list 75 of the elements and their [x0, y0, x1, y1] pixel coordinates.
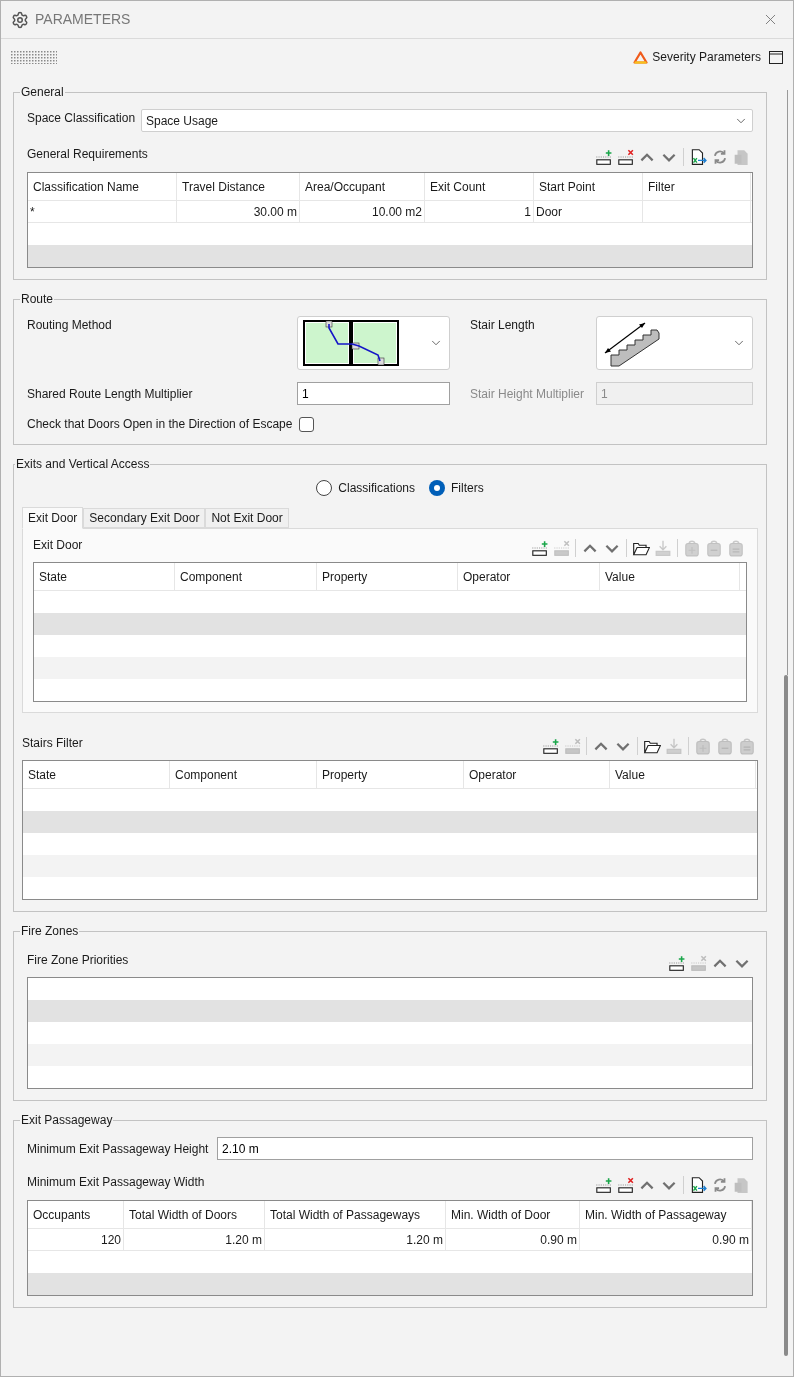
warning-triangle-icon — [633, 50, 649, 64]
tab[interactable]: Secondary Exit Door — [83, 508, 206, 528]
field-label: Routing Method — [27, 317, 113, 334]
tab[interactable]: Exit Door — [22, 507, 84, 529]
table-cell: 1.20 m — [265, 1229, 446, 1250]
text-field[interactable]: 1 — [297, 382, 450, 405]
section-title: Exit Passageway — [20, 1112, 114, 1129]
column-header[interactable]: Component — [170, 761, 317, 788]
field-label: Stair Length — [470, 317, 536, 334]
field-label: Minimum Exit Passageway Height — [27, 1140, 210, 1158]
column-header[interactable]: Occupants — [28, 1201, 124, 1228]
table-cell: 0.90 m — [580, 1229, 752, 1250]
column-header[interactable]: Property — [317, 563, 458, 590]
text-field[interactable]: 2.10 m — [217, 1137, 753, 1160]
add-row-icon[interactable] — [541, 737, 559, 755]
table-title: Fire Zone Priorities — [27, 952, 129, 969]
field-label: Space Classification — [27, 110, 137, 127]
table-cell: * — [28, 201, 177, 222]
add-row-icon[interactable] — [667, 954, 685, 972]
table-title: General Requirements — [27, 146, 148, 163]
radio-button[interactable]: Classifications — [316, 479, 415, 497]
column-header[interactable]: Value — [610, 761, 756, 788]
export-document-icon[interactable] — [689, 1176, 707, 1194]
routing-method-dropdown[interactable] — [297, 316, 450, 370]
table-cell: Door — [534, 201, 643, 222]
column-header[interactable]: Total Width of Doors — [124, 1201, 265, 1228]
section-title: Fire Zones — [20, 923, 80, 940]
window-title: PARAMETERS — [35, 10, 131, 29]
table-title: Stairs Filter — [22, 735, 83, 752]
column-header[interactable]: Travel Distance — [177, 173, 300, 200]
field-label: Stair Height Multiplier — [470, 385, 586, 403]
checkbox-label: Check that Doors Open in the Direction of Escape — [27, 416, 294, 433]
table-cell: 1 — [425, 201, 534, 222]
table-cell: 30.00 m — [177, 201, 300, 222]
column-header[interactable]: Property — [317, 761, 464, 788]
section-title: Exits and Vertical Access — [15, 456, 151, 473]
column-header[interactable]: Operator — [464, 761, 610, 788]
column-header[interactable]: Filter — [643, 173, 751, 200]
scrollbar-thumb[interactable] — [784, 675, 788, 1356]
delete-row-icon[interactable] — [616, 1176, 634, 1194]
space-classification-dropdown[interactable]: Space Usage — [141, 109, 753, 132]
stair-length-dropdown[interactable] — [596, 316, 753, 370]
column-header[interactable]: State — [23, 761, 170, 788]
column-header[interactable]: Start Point — [534, 173, 643, 200]
column-header[interactable]: Classification Name — [28, 173, 177, 200]
table-title: Exit Door — [33, 537, 83, 554]
add-row-icon[interactable] — [594, 1176, 612, 1194]
radio-button[interactable]: Filters — [429, 479, 484, 497]
delete-row-icon[interactable] — [616, 148, 634, 166]
tab[interactable]: Not Exit Door — [205, 508, 289, 528]
table-cell: 120 — [28, 1229, 124, 1250]
column-header[interactable]: Min. Width of Passageway — [580, 1201, 752, 1228]
table-title: Minimum Exit Passageway Width — [27, 1174, 205, 1191]
column-header[interactable]: Total Width of Passageways — [265, 1201, 446, 1228]
settings-icon — [11, 10, 29, 29]
field-label: Shared Route Length Multiplier — [27, 385, 194, 403]
add-row-icon[interactable] — [530, 539, 548, 557]
column-header[interactable]: Exit Count — [425, 173, 534, 200]
column-header[interactable]: State — [34, 563, 175, 590]
window-icon[interactable] — [769, 50, 783, 64]
table-cell: 1.20 m — [124, 1229, 265, 1250]
column-header[interactable]: Area/Occupant — [300, 173, 425, 200]
column-header[interactable]: Value — [600, 563, 740, 590]
table-cell: 0.90 m — [446, 1229, 580, 1250]
column-header[interactable]: Operator — [458, 563, 600, 590]
section-title: General — [20, 84, 65, 101]
add-row-icon[interactable] — [594, 148, 612, 166]
column-header[interactable]: Min. Width of Door — [446, 1201, 580, 1228]
column-header[interactable]: Component — [175, 563, 317, 590]
grip-icon — [11, 50, 57, 64]
section-title: Route — [20, 291, 55, 308]
severity-parameters-button[interactable]: Severity Parameters — [633, 48, 761, 66]
table-cell: 10.00 m2 — [300, 201, 425, 222]
checkbox[interactable] — [299, 416, 314, 432]
export-document-icon[interactable] — [689, 148, 707, 166]
